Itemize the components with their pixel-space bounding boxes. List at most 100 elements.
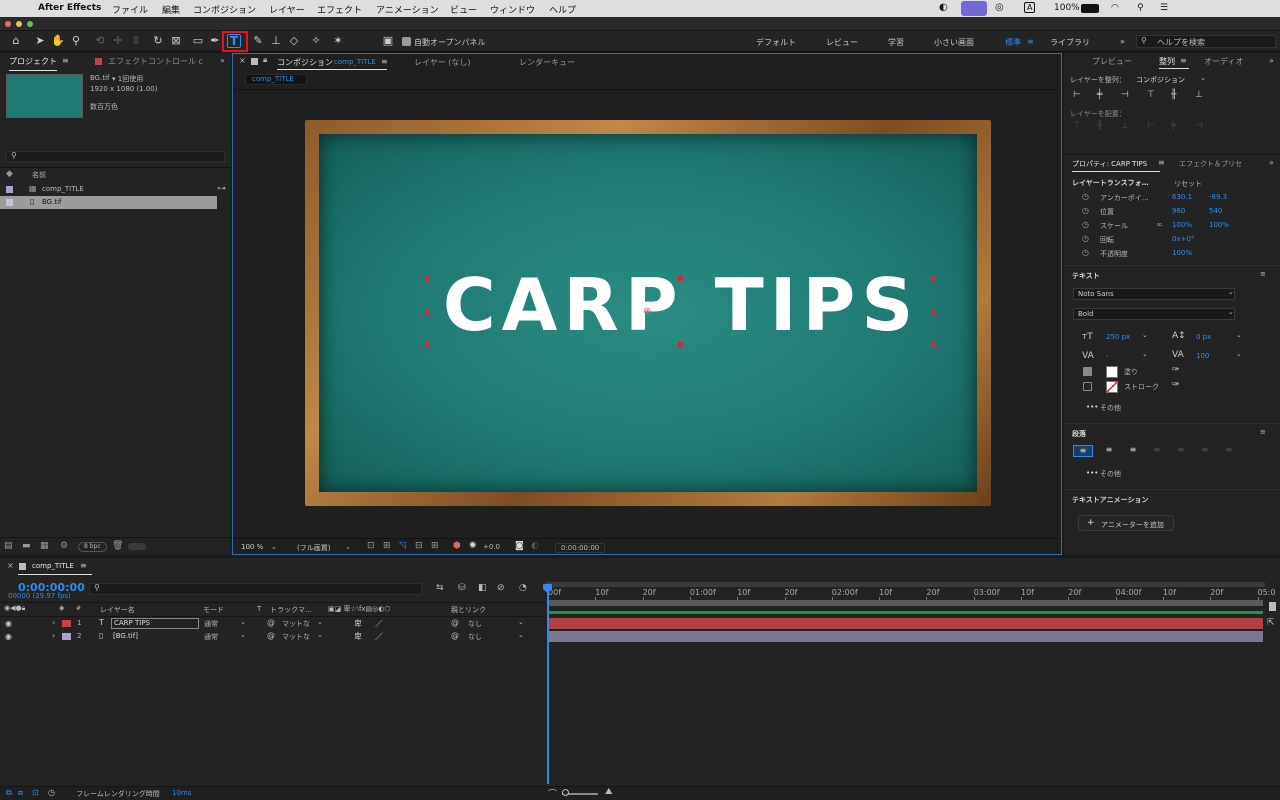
align-bottom-icon[interactable]: ⊥ <box>1195 90 1203 100</box>
home-icon[interactable]: ⌂ <box>8 33 24 49</box>
panel-icon[interactable]: ▣ <box>380 33 396 49</box>
justify-last-center-button[interactable]: ≡ <box>1171 445 1191 457</box>
workspace-libraries[interactable]: ライブラリ <box>1050 37 1090 48</box>
flowchart-icon[interactable]: ⊶ <box>217 184 226 194</box>
parent-dropdown-icon[interactable]: ⌄ <box>518 618 524 626</box>
stopwatch-icon[interactable]: ◷ <box>1082 206 1089 215</box>
kerning-value[interactable]: - <box>1106 352 1109 360</box>
minimize-window-button[interactable] <box>16 21 22 27</box>
close-tab-icon[interactable]: × <box>239 56 246 71</box>
panel-overflow-icon[interactable]: » <box>1269 158 1274 173</box>
align-top-icon[interactable]: ⊤ <box>1147 90 1155 100</box>
bounding-box-handle[interactable] <box>425 342 430 347</box>
in-out-toggle-icon[interactable]: ⊡ <box>32 788 39 797</box>
rotate-tool-icon[interactable]: ↻ <box>150 33 166 49</box>
align-to-select[interactable]: コンポジション <box>1136 75 1185 85</box>
current-time-indicator[interactable] <box>547 584 549 784</box>
reset-button[interactable]: リセット <box>1174 179 1202 189</box>
tab-project[interactable]: プロジェクト <box>9 56 57 71</box>
zoom-out-icon[interactable]: ⌒ <box>548 787 557 800</box>
text-section-menu-icon[interactable]: ≡ <box>1260 270 1266 278</box>
tab-composition-name[interactable]: comp_TITLE <box>334 58 376 73</box>
project-item-row[interactable]: ▦ comp_TITLE ⊶ <box>0 183 231 196</box>
tracking-dropdown-icon[interactable]: ⌄ <box>1236 350 1242 358</box>
distribute-hcenter-icon[interactable]: ╪ <box>1171 121 1176 131</box>
tab-effect-controls[interactable]: エフェクトコントロール c <box>108 56 203 71</box>
menu-layer[interactable]: レイヤー <box>269 3 305 16</box>
frame-blending-icon[interactable]: ⊘ <box>497 583 505 593</box>
time-ruler[interactable]: 00f 10f 20f 01:00f 10f 20f 02:00f 10f 20f 03:00f 1… <box>545 587 1275 601</box>
fill-color-swatch[interactable] <box>1106 366 1118 378</box>
distribute-top-icon[interactable]: ⊤ <box>1073 121 1081 131</box>
workspace-small-screen[interactable]: 小さい画面 <box>934 37 974 48</box>
bounding-box-handle[interactable] <box>931 310 936 315</box>
distribute-bottom-icon[interactable]: ⊥ <box>1121 121 1129 131</box>
exposure-value[interactable]: +0.0 <box>483 543 500 551</box>
zoom-in-icon[interactable]: ⛰ <box>605 787 613 797</box>
font-size-dropdown-icon[interactable]: ⌄ <box>1142 331 1148 339</box>
bounding-box-handle[interactable] <box>931 276 936 281</box>
menu-edit[interactable]: 編集 <box>162 3 180 16</box>
distribute-right-icon[interactable]: ⊣ <box>1195 121 1203 131</box>
workspace-standard[interactable]: 標準 <box>1005 37 1021 48</box>
layer-duration-bar[interactable] <box>548 631 1263 642</box>
expand-layer-icon[interactable]: › <box>52 631 55 640</box>
menu-composition[interactable]: コンポジション <box>193 3 256 16</box>
search-icon[interactable]: ⚲ <box>1137 3 1144 13</box>
align-to-dropdown-icon[interactable]: ⌄ <box>1200 74 1206 82</box>
align-left-text-button[interactable]: ≡ <box>1073 445 1093 457</box>
mode-dropdown-icon[interactable]: ⌄ <box>240 631 246 639</box>
snapshot-icon[interactable]: ◙ <box>515 541 524 551</box>
brush-tool-icon[interactable]: ✎ <box>250 33 266 49</box>
work-area-end-handle[interactable] <box>1269 602 1276 611</box>
track-matte-select[interactable]: マットな <box>282 619 310 629</box>
add-animator-button[interactable]: + アニメーターを追加 <box>1078 515 1174 531</box>
col-name-header[interactable]: 名前 <box>32 170 46 180</box>
bounding-box-handle[interactable] <box>425 310 430 315</box>
bounding-box-handle[interactable] <box>678 342 683 347</box>
guides-icon[interactable]: ⊟ <box>415 541 423 551</box>
tab-effects-presets[interactable]: エフェクト＆プリセ <box>1179 159 1242 174</box>
viewer-timecode[interactable]: 0:00:00:00 <box>555 543 606 553</box>
mode-dropdown-icon[interactable]: ⌄ <box>240 618 246 626</box>
layer-mode-select[interactable]: 通常 <box>204 619 218 629</box>
track-matte-select[interactable]: マットな <box>282 632 310 642</box>
new-folder-icon[interactable]: ▬ <box>22 541 31 551</box>
shy-switch-icon[interactable]: 卑 <box>354 631 362 642</box>
project-settings-icon[interactable]: ⚙ <box>60 541 68 551</box>
input-source-icon[interactable]: A <box>1024 2 1036 13</box>
fill-checkbox[interactable] <box>1083 367 1092 376</box>
font-style-select[interactable]: Bold <box>1073 308 1235 320</box>
status-icon-a[interactable]: ◐ <box>939 2 948 13</box>
align-right-icon[interactable]: ⊣ <box>1121 90 1129 100</box>
puppet-tool-icon[interactable]: ✶ <box>330 33 346 49</box>
justify-all-button[interactable]: ≡ <box>1219 445 1239 457</box>
video-toggle-eye-icon[interactable]: ◉ <box>5 619 12 628</box>
graph-editor-icon[interactable]: ◔ <box>519 583 527 593</box>
workspace-review[interactable]: レビュー <box>826 37 858 48</box>
project-item-row[interactable]: ▯ BG.tif <box>0 196 217 209</box>
interpret-footage-icon[interactable]: ▤ <box>4 541 13 551</box>
video-toggle-eye-icon[interactable]: ◉ <box>5 632 12 641</box>
timeline-search-input[interactable]: ⚲ <box>89 583 422 595</box>
new-composition-icon[interactable]: ▦ <box>40 541 49 551</box>
breadcrumb[interactable]: comp_TITLE <box>245 74 307 85</box>
align-vertical-center-icon[interactable]: ╫ <box>1171 90 1176 100</box>
orbit-tool-icon[interactable]: ⟲ <box>92 33 108 49</box>
workspace-learn[interactable]: 学習 <box>888 37 904 48</box>
more-options-icon[interactable]: ••• <box>1086 403 1098 411</box>
text-animation-header[interactable]: テキストアニメーション <box>1072 495 1149 505</box>
selection-tool-icon[interactable]: ➤ <box>32 33 48 49</box>
quality-switch-icon[interactable]: ／ <box>375 631 383 642</box>
tab-layer[interactable]: レイヤー (なし) <box>414 57 471 72</box>
tab-preview[interactable]: プレビュー <box>1092 56 1132 71</box>
label-color-swatch[interactable] <box>6 186 13 193</box>
tracking-value[interactable]: 100 <box>1196 352 1209 360</box>
panel-overflow-icon[interactable]: » <box>1269 56 1274 71</box>
prop-opacity-value[interactable]: 100% <box>1172 249 1192 257</box>
bounding-box-handle[interactable] <box>678 276 683 281</box>
menu-effect[interactable]: エフェクト <box>317 3 362 16</box>
layer-name-field[interactable]: CARP TIPS <box>111 618 199 629</box>
menu-file[interactable]: ファイル <box>112 3 148 16</box>
tab-render-queue[interactable]: レンダーキュー <box>519 57 575 72</box>
